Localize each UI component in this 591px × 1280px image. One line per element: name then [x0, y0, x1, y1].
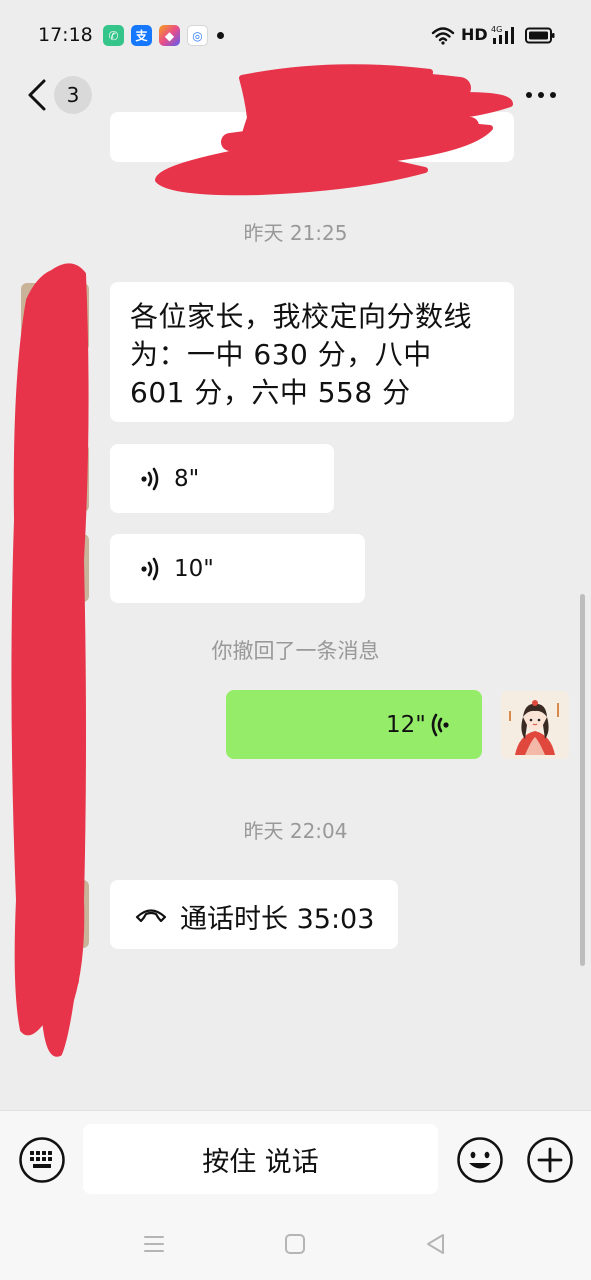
browser-app-icon: ◎ [187, 25, 208, 46]
sent-voice-bubble[interactable]: 12" [226, 690, 482, 759]
status-bar: 17:18 ✆ 支 ◆ ◎ HD 4G [0, 0, 591, 70]
alipay-app-icon: 支 [131, 25, 152, 46]
add-more-icon[interactable] [526, 1136, 574, 1184]
voice-wave-icon [431, 713, 449, 737]
voice-wave-icon [141, 557, 159, 581]
menu-nav-icon[interactable] [143, 1234, 165, 1254]
wifi-icon [431, 27, 455, 45]
keyboard-icon[interactable] [18, 1136, 66, 1184]
back-nav-icon[interactable] [424, 1232, 446, 1256]
message-bubble-partial[interactable] [110, 112, 514, 162]
network-type-label: HD [461, 25, 488, 44]
own-avatar[interactable] [501, 691, 569, 759]
home-nav-icon[interactable] [284, 1233, 306, 1255]
unread-count-badge[interactable]: 3 [54, 76, 92, 114]
contact-avatar[interactable] [21, 283, 89, 351]
voice-wave-icon [141, 467, 159, 491]
cellular-signal-icon: 4G [491, 25, 514, 44]
phone-hangup-icon [135, 909, 167, 923]
message-text: 各位家长，我校定向分数线为：一中 630 分，八中 601 分，六中 558 分 [130, 300, 473, 409]
timestamp-label: 昨天 22:04 [243, 819, 348, 843]
contact-avatar[interactable] [21, 880, 89, 948]
received-voice-bubble[interactable]: 10" [110, 534, 365, 603]
battery-icon [525, 27, 555, 44]
timestamp-label: 昨天 21:25 [243, 221, 348, 245]
call-duration-text: 通话时长 35:03 [180, 904, 375, 935]
contact-avatar[interactable] [21, 534, 89, 602]
voice-duration: 12" [386, 712, 426, 738]
status-time: 17:18 [38, 24, 93, 46]
phone-app-icon: ✆ [103, 25, 124, 46]
shortcut-app-icon: ◆ [159, 25, 180, 46]
back-arrow-icon[interactable] [24, 78, 54, 112]
received-text-bubble[interactable]: 各位家长，我校定向分数线为：一中 630 分，八中 601 分，六中 558 分 [110, 282, 514, 422]
hold-to-talk-button[interactable]: 按住 说话 [83, 1124, 438, 1194]
contact-avatar[interactable] [21, 444, 89, 512]
received-voice-bubble[interactable]: 8" [110, 444, 334, 513]
voice-duration: 10" [174, 556, 214, 582]
avatar-illustration [501, 691, 569, 759]
voice-duration: 8" [174, 466, 200, 492]
svg-text:4G: 4G [491, 25, 502, 34]
call-record-bubble[interactable]: 通话时长 35:03 [110, 880, 398, 949]
scrollbar[interactable] [580, 594, 585, 966]
more-options-icon[interactable] [524, 86, 558, 104]
emoji-icon[interactable] [456, 1136, 504, 1184]
recalled-message-notice: 你撤回了一条消息 [211, 639, 380, 663]
notification-dot-icon [217, 32, 224, 39]
